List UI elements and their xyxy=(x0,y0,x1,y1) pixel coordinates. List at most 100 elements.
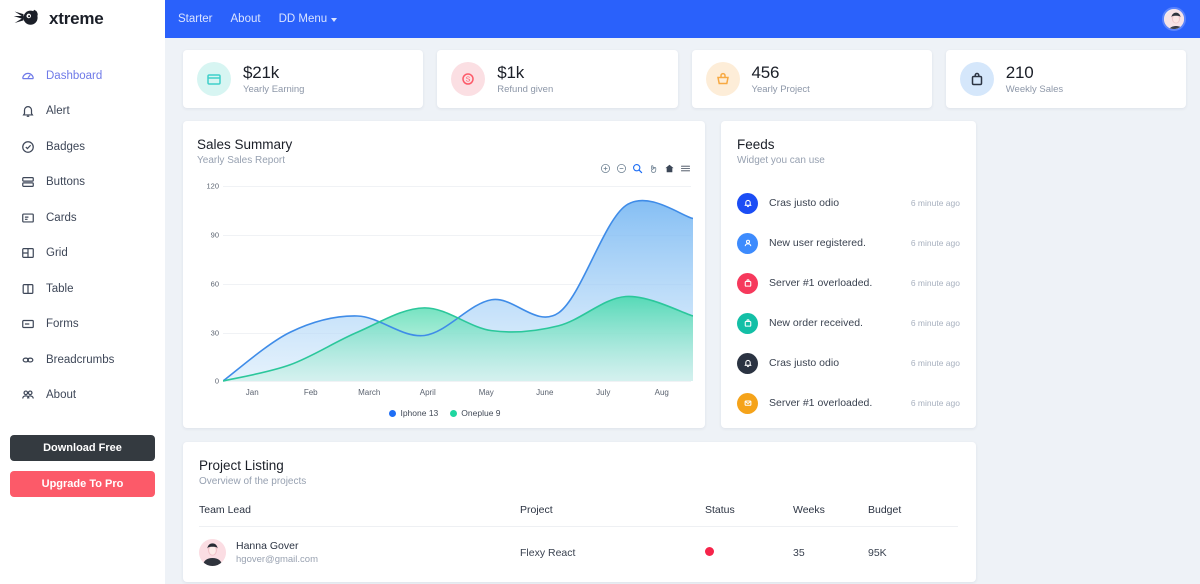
project-listing-subtitle: Overview of the projects xyxy=(199,476,307,487)
legend-item-oneplus-9[interactable]: Oneplue 9 xyxy=(450,408,501,418)
card-icon xyxy=(20,210,35,225)
feed-text: New order received. xyxy=(769,317,863,329)
legend-label: Oneplue 9 xyxy=(461,408,501,418)
menu-icon[interactable] xyxy=(680,163,691,174)
sidebar-item-about[interactable]: About xyxy=(0,378,165,414)
sidebar-item-breadcrumbs[interactable]: Breadcrumbs xyxy=(0,342,165,378)
sidebar-item-alert[interactable]: Alert xyxy=(0,94,165,130)
sidebar-item-table[interactable]: Table xyxy=(0,271,165,307)
topnav-link-about[interactable]: About xyxy=(231,13,261,25)
sidebar-item-label: Grid xyxy=(46,247,68,260)
stat-label: Yearly Project xyxy=(751,83,810,95)
feed-time: 6 minute ago xyxy=(910,238,960,248)
feed-time: 6 minute ago xyxy=(910,278,960,288)
stat-value: 456 xyxy=(751,63,780,83)
feed-item[interactable]: Cras justo odio 6 minute ago xyxy=(737,343,960,383)
y-tick-label: 30 xyxy=(210,328,219,338)
sidebar-item-buttons[interactable]: Buttons xyxy=(0,165,165,201)
feed-item[interactable]: New order received. 6 minute ago xyxy=(737,303,960,343)
sidebar-item-label: About xyxy=(46,389,77,402)
row-chart-feeds: Sales Summary Yearly Sales Report 120 90… xyxy=(183,121,1186,428)
form-icon xyxy=(20,317,35,332)
stat-label: Yearly Earning xyxy=(243,83,305,95)
user-avatar-icon[interactable] xyxy=(1162,7,1186,31)
feed-item[interactable]: Server #1 overloaded. 6 minute ago xyxy=(737,383,960,423)
pan-icon[interactable] xyxy=(648,163,659,174)
feed-text: Cras justo odio xyxy=(769,357,840,369)
column-header-weeks: Weeks xyxy=(793,504,868,527)
bell-icon xyxy=(20,104,35,119)
topbar-nav: Starter About DD Menu xyxy=(178,13,338,25)
x-tick-label: July xyxy=(596,388,611,397)
stat-label: Refund given xyxy=(497,83,554,95)
x-tick-label: Jan xyxy=(245,388,259,397)
stat-card-weekly-sales[interactable]: 210 Weekly Sales xyxy=(945,50,1186,108)
topnav-link-label: DD Menu xyxy=(278,13,328,25)
zoom-in-icon[interactable] xyxy=(600,163,611,174)
sidebar-item-dashboard[interactable]: Dashboard xyxy=(0,58,165,94)
cell-status xyxy=(705,527,793,567)
project-table-body: Hanna Gover hgover@gmail.com Flexy React… xyxy=(199,527,958,567)
sidebar-item-forms[interactable]: Forms xyxy=(0,307,165,343)
svg-text:S: S xyxy=(466,77,471,84)
table-row[interactable]: Hanna Gover hgover@gmail.com Flexy React… xyxy=(199,527,958,567)
download-free-button[interactable]: Download Free xyxy=(10,435,155,461)
feed-text: Server #1 overloaded. xyxy=(769,277,873,289)
status-badge xyxy=(705,546,714,556)
y-tick-label: 60 xyxy=(210,279,219,289)
basket-icon xyxy=(716,72,729,85)
brand-name: xtreme xyxy=(49,9,104,28)
project-listing-title: Project Listing xyxy=(199,458,284,473)
x-tick-label: March xyxy=(358,388,381,397)
cell-weeks: 35 xyxy=(793,546,805,559)
topnav-link-dd-menu[interactable]: DD Menu xyxy=(279,13,338,25)
briefcase-icon-wrap xyxy=(959,62,994,96)
sidebar-item-badges[interactable]: Badges xyxy=(0,129,165,165)
bell-icon xyxy=(737,192,758,214)
stat-value: 210 xyxy=(1005,63,1034,83)
dollar-icon: S xyxy=(462,73,474,85)
legend-color-dot xyxy=(389,409,397,417)
cell-budget: 95K xyxy=(868,546,887,559)
table-icon xyxy=(20,281,35,296)
feed-text: Server #1 overloaded. xyxy=(769,397,873,409)
feed-time: 6 minute ago xyxy=(910,198,960,208)
mail-icon xyxy=(737,392,758,414)
feed-item[interactable]: Server #1 overloaded. 6 minute ago xyxy=(737,263,960,303)
sidebar-item-cards[interactable]: Cards xyxy=(0,200,165,236)
app-root: xtreme Dashboard Alert Badges Buttons Ca… xyxy=(0,0,1200,584)
stat-card-refund-given[interactable]: S $1k Refund given xyxy=(437,50,678,108)
upgrade-to-pro-button[interactable]: Upgrade To Pro xyxy=(10,471,155,497)
stat-label: Weekly Sales xyxy=(1005,83,1064,95)
bag-icon xyxy=(737,312,758,334)
chart-plot: 120 90 60 30 0 Jan Feb March April May J… xyxy=(197,180,693,397)
stat-cards: $21k Yearly Earning S $1k Refund given 4… xyxy=(183,50,1186,108)
stat-card-yearly-project[interactable]: 456 Yearly Project xyxy=(691,50,932,108)
feed-item[interactable]: Cras justo odio 6 minute ago xyxy=(737,183,960,223)
sidebar-item-label: Breadcrumbs xyxy=(46,353,115,366)
briefcase-icon xyxy=(737,272,758,294)
sidebar-item-label: Forms xyxy=(46,318,79,331)
column-header-team-lead: Team Lead xyxy=(199,504,520,527)
feeds-card: Feeds Widget you can use Cras justo odio… xyxy=(721,121,976,428)
feeds-title: Feeds xyxy=(737,137,775,152)
chevron-down-icon xyxy=(331,18,338,22)
feed-list: Cras justo odio 6 minute ago New user re… xyxy=(737,183,960,423)
x-tick-label: May xyxy=(478,388,494,397)
brand[interactable]: xtreme xyxy=(0,0,165,38)
stat-card-yearly-earning[interactable]: $21k Yearly Earning xyxy=(183,50,424,108)
feed-text: New user registered. xyxy=(769,237,866,249)
project-table-head: Team Lead Project Status Weeks Budget xyxy=(199,504,958,527)
bell-icon xyxy=(737,352,758,374)
grid-icon xyxy=(20,246,35,261)
legend-item-iphone-13[interactable]: Iphone 13 xyxy=(389,408,438,418)
feed-item[interactable]: New user registered. 6 minute ago xyxy=(737,223,960,263)
zoom-out-icon[interactable] xyxy=(616,163,627,174)
topnav-link-starter[interactable]: Starter xyxy=(178,13,213,25)
chart-legend: Iphone 13 Oneplue 9 xyxy=(197,408,693,418)
sidebar-item-grid[interactable]: Grid xyxy=(0,236,165,272)
stat-value: $21k xyxy=(243,63,280,83)
wallet-icon-wrap xyxy=(197,62,231,96)
reset-home-icon[interactable] xyxy=(664,163,675,174)
selection-icon[interactable] xyxy=(632,163,643,174)
